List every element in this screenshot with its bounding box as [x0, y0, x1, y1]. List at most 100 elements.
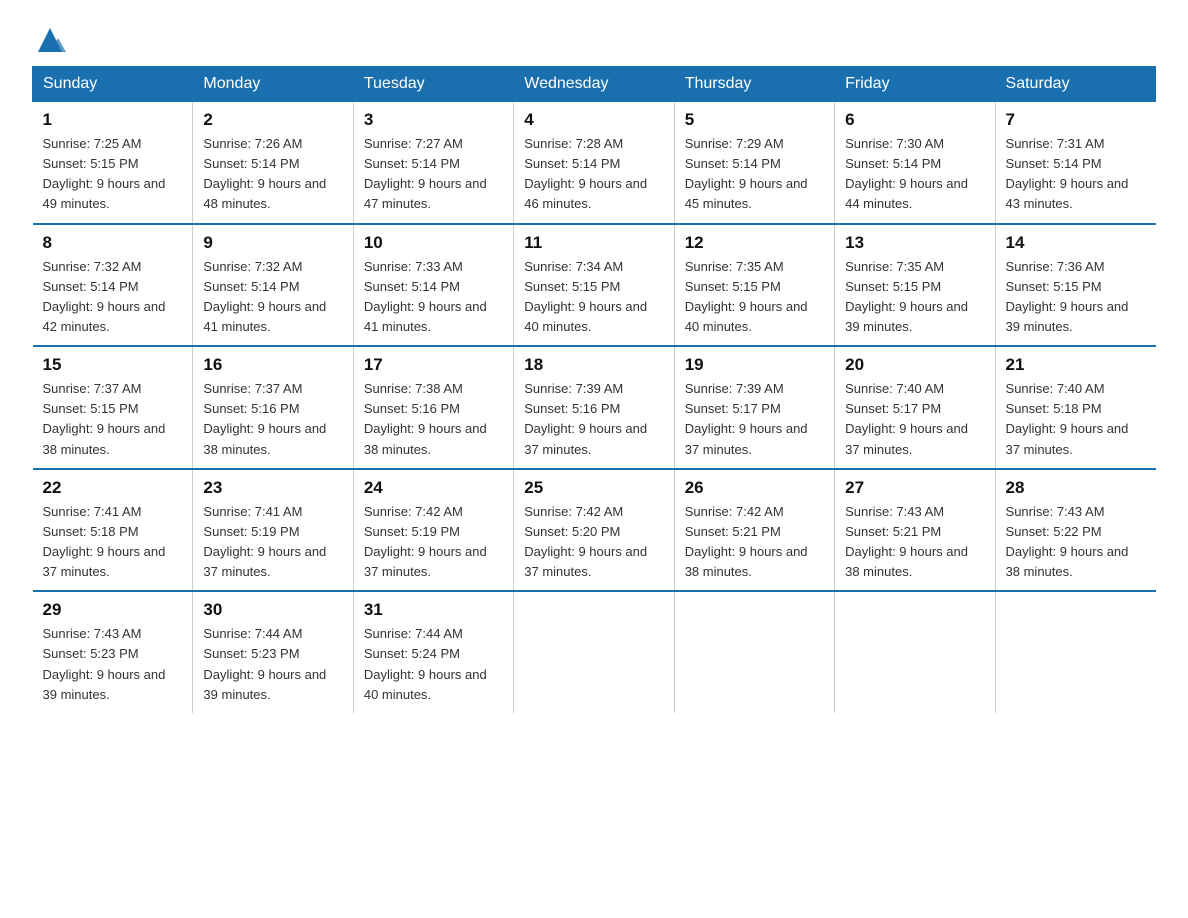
- day-number: 18: [524, 355, 663, 375]
- calendar-week-row: 15 Sunrise: 7:37 AMSunset: 5:15 PMDayligh…: [33, 346, 1156, 469]
- day-number: 28: [1006, 478, 1146, 498]
- day-number: 22: [43, 478, 183, 498]
- day-info: Sunrise: 7:32 AMSunset: 5:14 PMDaylight:…: [203, 257, 342, 338]
- day-number: 31: [364, 600, 503, 620]
- day-number: 27: [845, 478, 984, 498]
- day-number: 16: [203, 355, 342, 375]
- day-number: 6: [845, 110, 984, 130]
- day-number: 29: [43, 600, 183, 620]
- day-number: 11: [524, 233, 663, 253]
- day-number: 10: [364, 233, 503, 253]
- day-number: 13: [845, 233, 984, 253]
- day-info: Sunrise: 7:41 AMSunset: 5:18 PMDaylight:…: [43, 502, 183, 583]
- day-info: Sunrise: 7:43 AMSunset: 5:22 PMDaylight:…: [1006, 502, 1146, 583]
- calendar-cell: 1 Sunrise: 7:25 AMSunset: 5:15 PMDaylight…: [33, 102, 193, 224]
- day-info: Sunrise: 7:43 AMSunset: 5:23 PMDaylight:…: [43, 624, 183, 705]
- day-info: Sunrise: 7:40 AMSunset: 5:17 PMDaylight:…: [845, 379, 984, 460]
- day-number: 25: [524, 478, 663, 498]
- day-info: Sunrise: 7:25 AMSunset: 5:15 PMDaylight:…: [43, 134, 183, 215]
- page-header: [32, 24, 1156, 56]
- calendar-cell: 30 Sunrise: 7:44 AMSunset: 5:23 PMDayligh…: [193, 591, 353, 713]
- day-number: 2: [203, 110, 342, 130]
- day-info: Sunrise: 7:43 AMSunset: 5:21 PMDaylight:…: [845, 502, 984, 583]
- calendar-cell: 19 Sunrise: 7:39 AMSunset: 5:17 PMDayligh…: [674, 346, 834, 469]
- calendar-cell: 23Sunrise: 7:41 AMSunset: 5:19 PMDayligh…: [193, 469, 353, 592]
- calendar-cell: 7 Sunrise: 7:31 AMSunset: 5:14 PMDaylight…: [995, 102, 1155, 224]
- day-info: Sunrise: 7:42 AMSunset: 5:20 PMDaylight:…: [524, 502, 663, 583]
- weekday-header-thursday: Thursday: [674, 67, 834, 102]
- calendar-week-row: 29 Sunrise: 7:43 AMSunset: 5:23 PMDayligh…: [33, 591, 1156, 713]
- day-info: Sunrise: 7:32 AMSunset: 5:14 PMDaylight:…: [43, 257, 183, 338]
- calendar-cell: 22 Sunrise: 7:41 AMSunset: 5:18 PMDayligh…: [33, 469, 193, 592]
- day-number: 7: [1006, 110, 1146, 130]
- calendar-cell: 29 Sunrise: 7:43 AMSunset: 5:23 PMDayligh…: [33, 591, 193, 713]
- day-info: Sunrise: 7:37 AMSunset: 5:16 PMDaylight:…: [203, 379, 342, 460]
- calendar-cell: 10 Sunrise: 7:33 AMSunset: 5:14 PMDayligh…: [353, 224, 513, 347]
- day-info: Sunrise: 7:31 AMSunset: 5:14 PMDaylight:…: [1006, 134, 1146, 215]
- calendar-cell: 12 Sunrise: 7:35 AMSunset: 5:15 PMDayligh…: [674, 224, 834, 347]
- day-info: Sunrise: 7:36 AMSunset: 5:15 PMDaylight:…: [1006, 257, 1146, 338]
- day-info: Sunrise: 7:39 AMSunset: 5:17 PMDaylight:…: [685, 379, 824, 460]
- day-info: Sunrise: 7:37 AMSunset: 5:15 PMDaylight:…: [43, 379, 183, 460]
- weekday-header-tuesday: Tuesday: [353, 67, 513, 102]
- day-number: 15: [43, 355, 183, 375]
- calendar-cell: [835, 591, 995, 713]
- day-number: 5: [685, 110, 824, 130]
- calendar-cell: 21Sunrise: 7:40 AMSunset: 5:18 PMDayligh…: [995, 346, 1155, 469]
- day-number: 12: [685, 233, 824, 253]
- day-number: 21: [1006, 355, 1146, 375]
- calendar-cell: 26Sunrise: 7:42 AMSunset: 5:21 PMDayligh…: [674, 469, 834, 592]
- calendar-week-row: 8 Sunrise: 7:32 AMSunset: 5:14 PMDaylight…: [33, 224, 1156, 347]
- day-number: 1: [43, 110, 183, 130]
- calendar-cell: 5 Sunrise: 7:29 AMSunset: 5:14 PMDaylight…: [674, 102, 834, 224]
- day-number: 19: [685, 355, 824, 375]
- logo-icon: [34, 24, 66, 56]
- day-info: Sunrise: 7:35 AMSunset: 5:15 PMDaylight:…: [685, 257, 824, 338]
- day-info: Sunrise: 7:26 AMSunset: 5:14 PMDaylight:…: [203, 134, 342, 215]
- logo: [32, 24, 68, 56]
- day-info: Sunrise: 7:39 AMSunset: 5:16 PMDaylight:…: [524, 379, 663, 460]
- calendar-cell: 28 Sunrise: 7:43 AMSunset: 5:22 PMDayligh…: [995, 469, 1155, 592]
- calendar-cell: 11Sunrise: 7:34 AMSunset: 5:15 PMDayligh…: [514, 224, 674, 347]
- day-number: 23: [203, 478, 342, 498]
- weekday-header-monday: Monday: [193, 67, 353, 102]
- calendar-cell: [674, 591, 834, 713]
- calendar-cell: [995, 591, 1155, 713]
- calendar-cell: 18 Sunrise: 7:39 AMSunset: 5:16 PMDayligh…: [514, 346, 674, 469]
- calendar-cell: 31 Sunrise: 7:44 AMSunset: 5:24 PMDayligh…: [353, 591, 513, 713]
- day-info: Sunrise: 7:28 AMSunset: 5:14 PMDaylight:…: [524, 134, 663, 215]
- calendar-table: SundayMondayTuesdayWednesdayThursdayFrid…: [32, 66, 1156, 713]
- calendar-cell: 8 Sunrise: 7:32 AMSunset: 5:14 PMDaylight…: [33, 224, 193, 347]
- calendar-cell: 27 Sunrise: 7:43 AMSunset: 5:21 PMDayligh…: [835, 469, 995, 592]
- day-info: Sunrise: 7:35 AMSunset: 5:15 PMDaylight:…: [845, 257, 984, 338]
- calendar-cell: 4Sunrise: 7:28 AMSunset: 5:14 PMDaylight…: [514, 102, 674, 224]
- day-info: Sunrise: 7:27 AMSunset: 5:14 PMDaylight:…: [364, 134, 503, 215]
- calendar-week-row: 1 Sunrise: 7:25 AMSunset: 5:15 PMDaylight…: [33, 102, 1156, 224]
- calendar-week-row: 22 Sunrise: 7:41 AMSunset: 5:18 PMDayligh…: [33, 469, 1156, 592]
- calendar-cell: 16 Sunrise: 7:37 AMSunset: 5:16 PMDayligh…: [193, 346, 353, 469]
- weekday-header-sunday: Sunday: [33, 67, 193, 102]
- calendar-cell: 20 Sunrise: 7:40 AMSunset: 5:17 PMDayligh…: [835, 346, 995, 469]
- day-info: Sunrise: 7:29 AMSunset: 5:14 PMDaylight:…: [685, 134, 824, 215]
- day-number: 24: [364, 478, 503, 498]
- calendar-cell: 17 Sunrise: 7:38 AMSunset: 5:16 PMDayligh…: [353, 346, 513, 469]
- day-info: Sunrise: 7:30 AMSunset: 5:14 PMDaylight:…: [845, 134, 984, 215]
- calendar-cell: 15 Sunrise: 7:37 AMSunset: 5:15 PMDayligh…: [33, 346, 193, 469]
- calendar-cell: 24 Sunrise: 7:42 AMSunset: 5:19 PMDayligh…: [353, 469, 513, 592]
- day-info: Sunrise: 7:44 AMSunset: 5:23 PMDaylight:…: [203, 624, 342, 705]
- weekday-header-row: SundayMondayTuesdayWednesdayThursdayFrid…: [33, 67, 1156, 102]
- day-info: Sunrise: 7:33 AMSunset: 5:14 PMDaylight:…: [364, 257, 503, 338]
- calendar-cell: [514, 591, 674, 713]
- day-number: 8: [43, 233, 183, 253]
- day-number: 17: [364, 355, 503, 375]
- day-number: 20: [845, 355, 984, 375]
- weekday-header-friday: Friday: [835, 67, 995, 102]
- weekday-header-saturday: Saturday: [995, 67, 1155, 102]
- day-info: Sunrise: 7:42 AMSunset: 5:19 PMDaylight:…: [364, 502, 503, 583]
- day-info: Sunrise: 7:38 AMSunset: 5:16 PMDaylight:…: [364, 379, 503, 460]
- calendar-cell: 6 Sunrise: 7:30 AMSunset: 5:14 PMDaylight…: [835, 102, 995, 224]
- day-info: Sunrise: 7:44 AMSunset: 5:24 PMDaylight:…: [364, 624, 503, 705]
- calendar-cell: 9Sunrise: 7:32 AMSunset: 5:14 PMDaylight…: [193, 224, 353, 347]
- weekday-header-wednesday: Wednesday: [514, 67, 674, 102]
- day-number: 30: [203, 600, 342, 620]
